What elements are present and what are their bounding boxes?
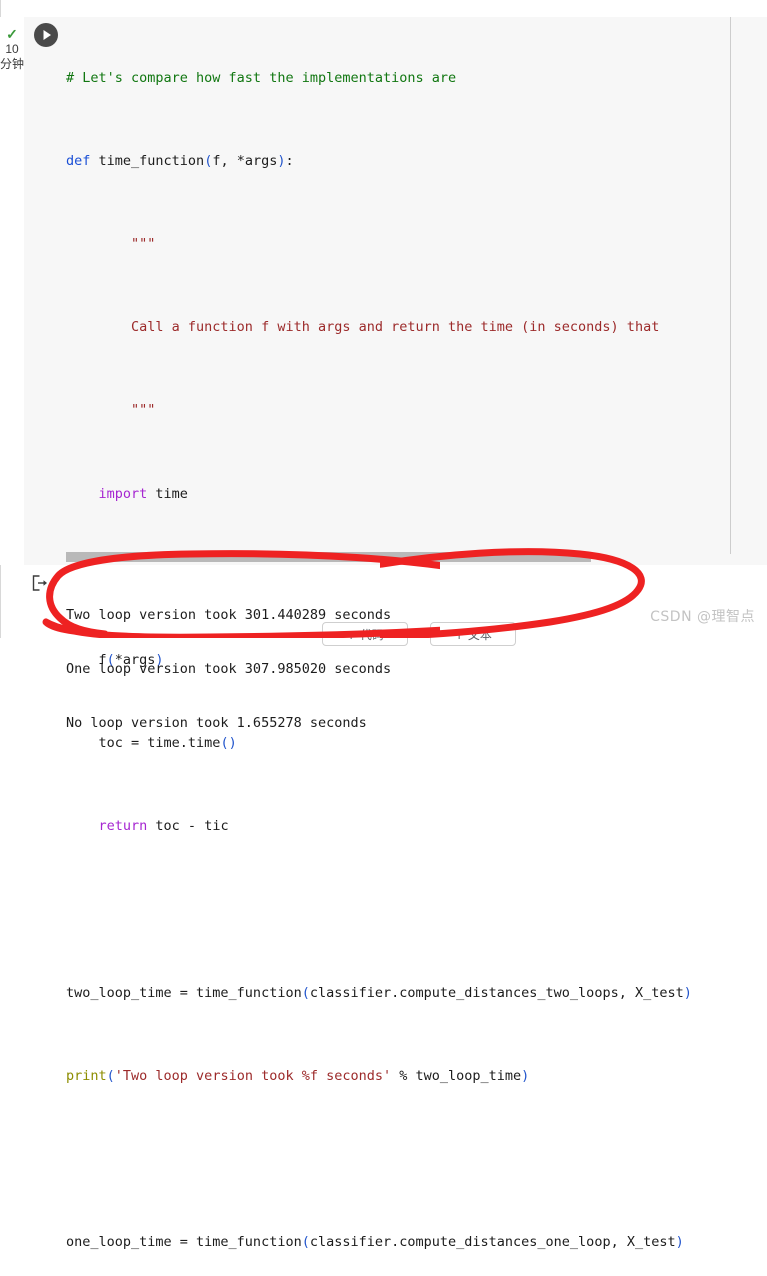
code-horizontal-scrollbar[interactable] [66, 552, 591, 562]
cell-gutter: ✓ 10 分钟 [0, 17, 24, 565]
code-line: one_loop_time = time_function(classifier… [66, 1234, 684, 1251]
play-icon [43, 30, 51, 40]
csdn-watermark: CSDN @理智点 [650, 609, 755, 625]
code-line: Call a function f with args and return t… [66, 319, 660, 336]
code-line: import time [98, 485, 188, 502]
output-arrow-icon [32, 575, 47, 591]
code-line: return toc - tic [98, 818, 229, 835]
elapsed-unit: 分钟 [0, 57, 25, 71]
code-token-comment: # Let's compare how fast the implementat… [66, 69, 457, 86]
execution-status: ✓ 10 分钟 [0, 27, 24, 73]
output-line: One loop version took 307.985020 seconds [66, 661, 392, 677]
notebook-page: ✓ 10 分钟 # Let's compare how fast the imp… [0, 0, 767, 1250]
output-stream-text: Two loop version took 301.440289 seconds… [66, 570, 391, 768]
code-line: """ [66, 402, 156, 419]
code-line: """ [66, 235, 156, 252]
code-line: print('Two loop version took %f seconds'… [66, 1067, 530, 1084]
code-line: # Let's compare how fast the implementat… [66, 68, 766, 89]
code-line: def time_function(f, *args): [66, 152, 294, 169]
run-cell-button[interactable] [34, 23, 58, 47]
elapsed-number: 10 [5, 42, 19, 56]
output-line: No loop version took 1.655278 seconds [66, 715, 367, 731]
add-code-cell-button[interactable]: + 代码 [322, 622, 408, 646]
code-line: two_loop_time = time_function(classifier… [66, 984, 692, 1001]
add-text-cell-button[interactable]: + 文本 [430, 622, 516, 646]
check-icon: ✓ [6, 26, 18, 42]
